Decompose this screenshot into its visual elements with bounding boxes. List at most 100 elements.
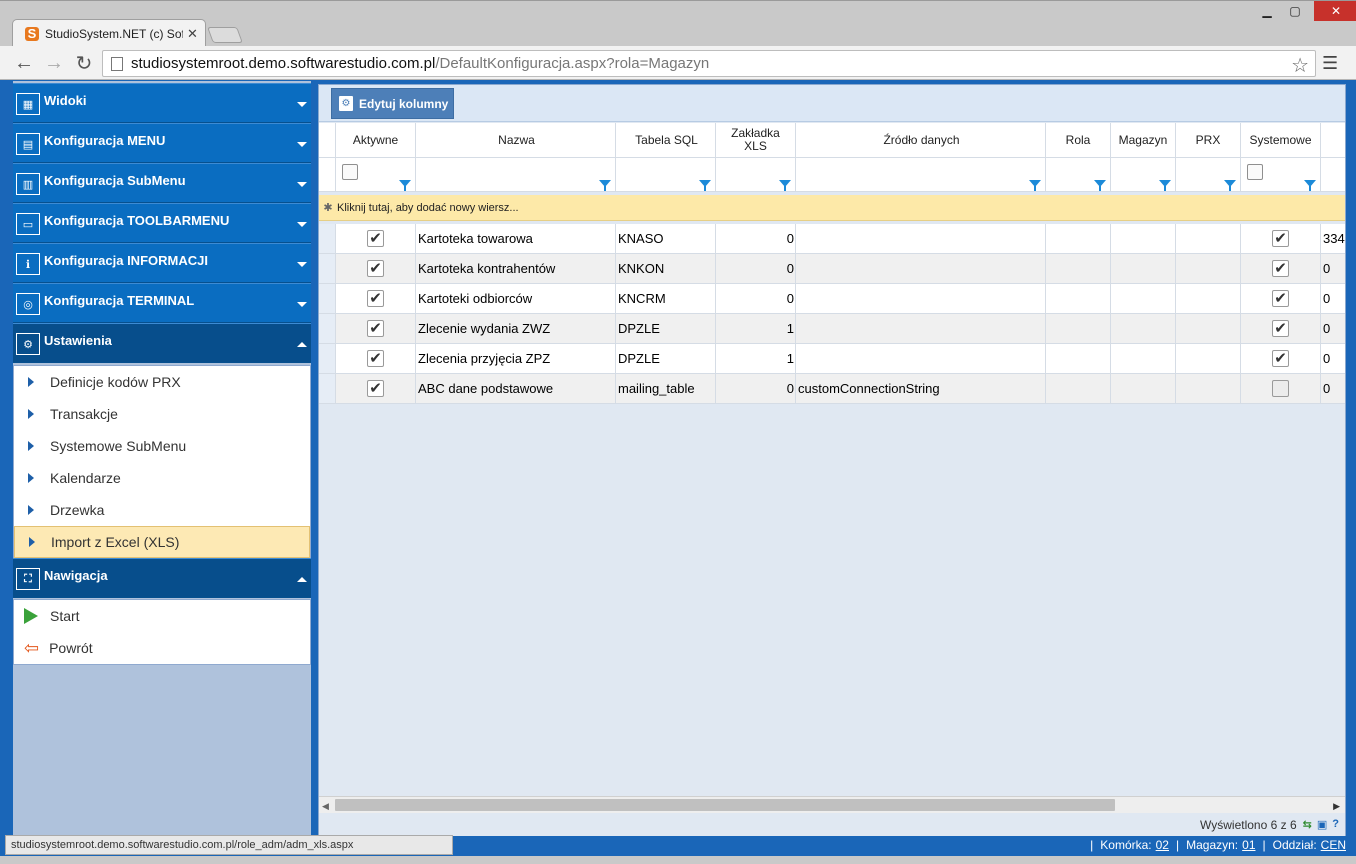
sidebar-item-powrot[interactable]: ⇦ Powrót [14,632,310,664]
cell-tabela-sql[interactable]: KNASO [616,224,716,254]
filter-funnel-icon[interactable] [1224,180,1236,191]
cell-tabela-sql[interactable]: DPZLE [616,314,716,344]
sidebar-group-konfiguracja-submenu[interactable]: ▥ Konfiguracja SubMenu [13,163,311,203]
sidebar-group-ustawienia[interactable]: ⚙ Ustawienia [13,323,311,363]
filter-checkbox[interactable] [342,164,358,180]
cell-extra[interactable]: 334 [1321,224,1345,254]
sidebar-item-kalendarze[interactable]: Kalendarze [14,462,310,494]
cell-extra[interactable]: 0 [1321,314,1345,344]
systemowe-checkbox[interactable]: ✔ [1272,230,1289,247]
sidebar-group-widoki[interactable]: ▦ Widoki [13,83,311,123]
row-indicator[interactable] [319,314,336,344]
row-indicator[interactable] [319,344,336,374]
cell-magazyn[interactable] [1111,254,1176,284]
cell-nazwa[interactable]: Zlecenie wydania ZWZ [416,314,616,344]
reload-icon[interactable]: ↻ [72,51,96,75]
scroll-right-icon[interactable]: ▶ [1333,801,1340,812]
cell-prx[interactable] [1176,314,1241,344]
browser-tab[interactable]: S StudioSystem.NET (c) Soft ✕ [12,19,206,47]
cell-rola[interactable] [1046,344,1111,374]
table-row[interactable]: ✔ Zlecenia przyjęcia ZPZ DPZLE 1 ✔ 0 [319,344,1345,374]
cell-zrodlo-danych[interactable] [796,314,1046,344]
sidebar-group-nawigacja[interactable]: ⛶ Nawigacja [13,558,311,598]
browser-menu-icon[interactable]: ☰ [1322,53,1338,74]
komorka-link[interactable]: 02 [1156,838,1169,852]
sidebar-item-systemowe-submenu[interactable]: Systemowe SubMenu [14,430,310,462]
filter-funnel-icon[interactable] [1159,180,1171,191]
filter-prx[interactable] [1176,158,1241,192]
row-indicator[interactable] [319,224,336,254]
forward-arrow-icon[interactable]: → [42,51,66,75]
cell-tabela-sql[interactable]: mailing_table [616,374,716,404]
export-icon[interactable]: ▣ [1317,818,1327,831]
column-header-nazwa[interactable]: Nazwa [416,123,616,158]
cell-rola[interactable] [1046,254,1111,284]
table-row[interactable]: ✔ Kartoteka kontrahentów KNKON 0 ✔ 0 [319,254,1345,284]
oddzial-link[interactable]: CEN [1321,838,1346,852]
cell-rola[interactable] [1046,284,1111,314]
aktywne-checkbox[interactable]: ✔ [367,290,384,307]
magazyn-link[interactable]: 01 [1242,838,1255,852]
sidebar-group-konfiguracja-informacji[interactable]: ℹ Konfiguracja INFORMACJI [13,243,311,283]
cell-zrodlo-danych[interactable] [796,344,1046,374]
row-indicator[interactable] [319,254,336,284]
filter-funnel-icon[interactable] [699,180,711,191]
filter-funnel-icon[interactable] [779,180,791,191]
cell-zrodlo-danych[interactable] [796,284,1046,314]
aktywne-checkbox[interactable]: ✔ [367,260,384,277]
filter-zakladka-xls[interactable] [716,158,796,192]
cell-zakladka-xls[interactable]: 1 [716,344,796,374]
window-close-button[interactable]: ✕ [1314,1,1356,21]
refresh-icon[interactable]: ⇆ [1303,818,1312,831]
cell-nazwa[interactable]: ABC dane podstawowe [416,374,616,404]
table-row[interactable]: ✔ Kartoteka towarowa KNASO 0 ✔ 334 [319,224,1345,254]
filter-rola[interactable] [1046,158,1111,192]
filter-nazwa[interactable] [416,158,616,192]
help-icon[interactable]: ? [1332,818,1339,831]
cell-rola[interactable] [1046,374,1111,404]
cell-magazyn[interactable] [1111,314,1176,344]
row-indicator[interactable] [319,374,336,404]
sidebar-item-import-z-excel[interactable]: Import z Excel (XLS) [14,526,310,558]
column-header-prx[interactable]: PRX [1176,123,1241,158]
cell-rola[interactable] [1046,224,1111,254]
cell-nazwa[interactable]: Kartoteka kontrahentów [416,254,616,284]
cell-magazyn[interactable] [1111,374,1176,404]
cell-zrodlo-danych[interactable] [796,254,1046,284]
cell-prx[interactable] [1176,224,1241,254]
cell-extra[interactable]: 0 [1321,374,1345,404]
cell-zakladka-xls[interactable]: 0 [716,224,796,254]
systemowe-checkbox[interactable]: ✔ [1272,290,1289,307]
cell-zakladka-xls[interactable]: 0 [716,284,796,314]
cell-prx[interactable] [1176,284,1241,314]
sidebar-group-konfiguracja-terminal[interactable]: ◎ Konfiguracja TERMINAL [13,283,311,323]
sidebar-group-konfiguracja-toolbarmenu[interactable]: ▭ Konfiguracja TOOLBARMENU [13,203,311,243]
filter-funnel-icon[interactable] [599,180,611,191]
column-header-zrodlo-danych[interactable]: Źródło danych [796,123,1046,158]
aktywne-checkbox[interactable]: ✔ [367,320,384,337]
add-new-row[interactable]: ✱ Kliknij tutaj, aby dodać nowy wiersz..… [319,195,1345,221]
cell-zrodlo-danych[interactable]: customConnectionString [796,374,1046,404]
cell-nazwa[interactable]: Kartoteka towarowa [416,224,616,254]
aktywne-checkbox[interactable]: ✔ [367,230,384,247]
column-header-zakladka-xls[interactable]: Zakładka XLS [716,123,796,158]
cell-tabela-sql[interactable]: KNKON [616,254,716,284]
cell-rola[interactable] [1046,314,1111,344]
cell-magazyn[interactable] [1111,344,1176,374]
sidebar-item-transakcje[interactable]: Transakcje [14,398,310,430]
filter-funnel-icon[interactable] [1094,180,1106,191]
cell-zakladka-xls[interactable]: 0 [716,254,796,284]
aktywne-checkbox[interactable]: ✔ [367,350,384,367]
table-row[interactable]: ✔ Kartoteki odbiorców KNCRM 0 ✔ 0 [319,284,1345,314]
address-bar[interactable]: studiosystemroot.demo.softwarestudio.com… [102,50,1316,77]
cell-nazwa[interactable]: Zlecenia przyjęcia ZPZ [416,344,616,374]
column-header-magazyn[interactable]: Magazyn [1111,123,1176,158]
cell-prx[interactable] [1176,344,1241,374]
filter-funnel-icon[interactable] [1304,180,1316,191]
new-tab-button[interactable] [207,27,243,43]
sidebar-item-start[interactable]: Start [14,600,310,632]
bookmark-star-icon[interactable]: ☆ [1291,53,1309,78]
window-minimize-button[interactable]: ▁ [1254,1,1280,21]
systemowe-checkbox[interactable]: ✔ [1272,320,1289,337]
scroll-left-icon[interactable]: ◀ [322,801,329,812]
